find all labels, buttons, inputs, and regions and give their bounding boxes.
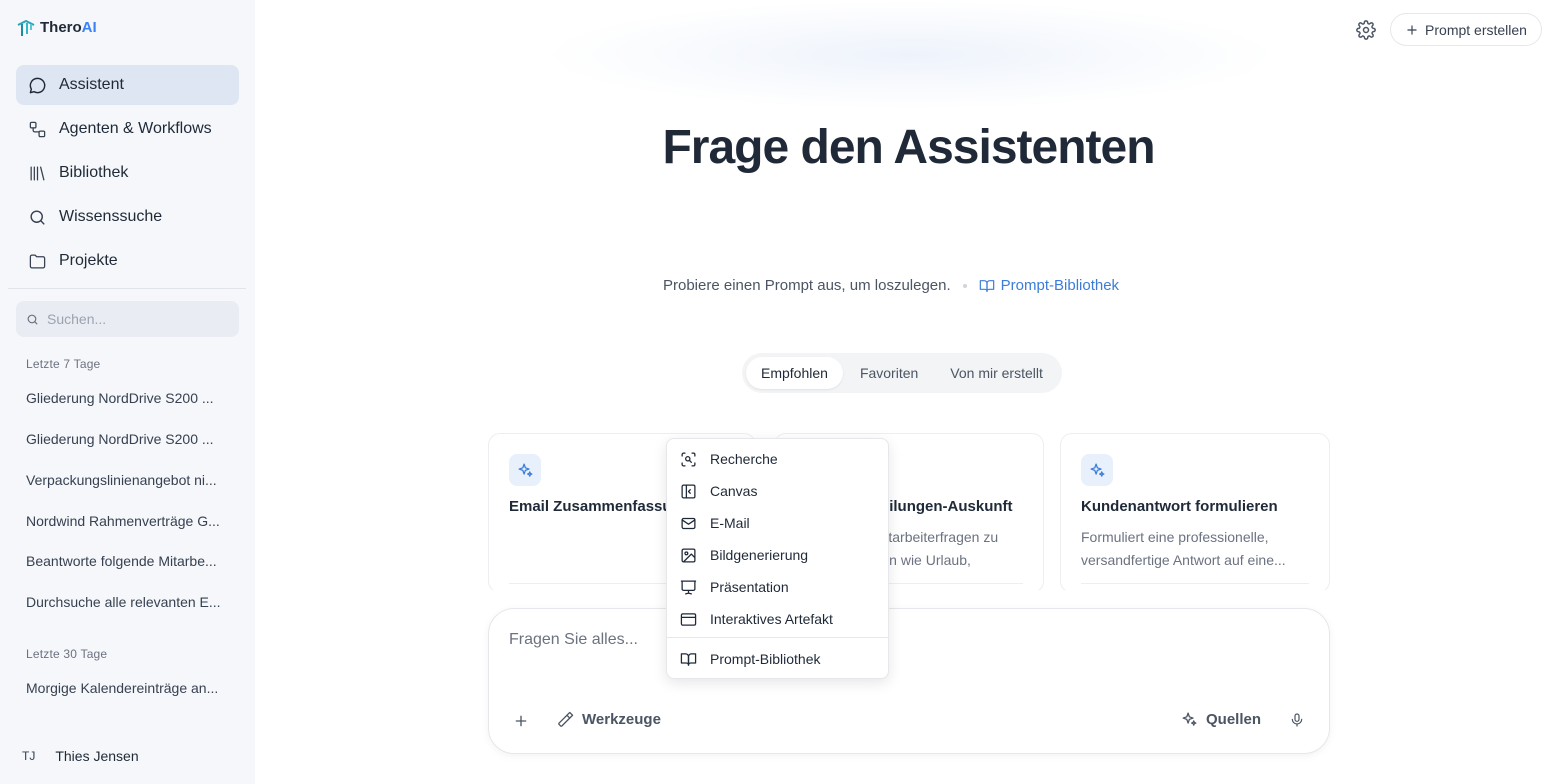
history-item[interactable]: Nordwind Rahmenverträge G... — [26, 513, 226, 529]
chat-bubble-icon — [29, 77, 46, 93]
nav-item-projekte[interactable]: Projekte — [16, 241, 239, 281]
sparkles-icon — [517, 462, 533, 477]
nav-label: Assistent — [59, 76, 124, 93]
tab-empfohlen[interactable]: Empfohlen — [746, 357, 843, 389]
history-section-label: Letzte 30 Tage — [26, 647, 108, 661]
create-prompt-button[interactable]: Prompt erstellen — [1390, 13, 1542, 46]
nav-label: Wissenssuche — [59, 208, 163, 225]
nav-item-wissenssuche[interactable]: Wissenssuche — [16, 197, 239, 237]
tools-button[interactable]: Werkzeuge — [557, 711, 661, 728]
canvas-panel-icon — [681, 483, 696, 499]
gear-icon[interactable] — [1356, 20, 1376, 40]
app-logo[interactable]: TheroAI — [16, 16, 97, 38]
card-description: Formuliert eine professionelle, versandf… — [1081, 529, 1286, 568]
plus-icon — [515, 715, 527, 727]
card-divider — [1081, 583, 1309, 584]
sources-label: Quellen — [1206, 711, 1262, 728]
folder-icon — [29, 254, 46, 268]
sidebar-search[interactable] — [16, 301, 239, 337]
prompt-card[interactable]: Kundenantwort formulieren Formuliert ein… — [1060, 433, 1330, 593]
prompt-hint-row: Probiere einen Prompt aus, um loszulegen… — [663, 277, 1119, 294]
tools-label: Werkzeuge — [582, 711, 661, 728]
card-badge — [1081, 454, 1113, 486]
prompt-library-link[interactable]: Prompt-Bibliothek — [979, 277, 1119, 294]
message-input[interactable] — [509, 631, 1289, 671]
tab-von-mir-erstellt[interactable]: Von mir erstellt — [935, 357, 1058, 389]
history-item[interactable]: Morgige Kalendereinträge an... — [26, 680, 226, 696]
thero-logo-icon — [17, 19, 35, 36]
main-nav: Assistent Agenten & Workflows Bibliothek… — [16, 65, 239, 285]
microphone-icon — [1291, 713, 1303, 727]
avatar: TJ — [22, 749, 36, 763]
separator-dot — [962, 283, 967, 288]
card-title: Kundenantwort formulieren — [1081, 498, 1278, 515]
user-profile[interactable]: TJ Thies Jensen — [22, 748, 139, 764]
scan-search-icon — [681, 451, 696, 467]
hammer-icon — [558, 711, 574, 727]
nav-item-assistent[interactable]: Assistent — [16, 65, 239, 105]
tab-favoriten[interactable]: Favoriten — [845, 357, 933, 389]
page-title: Frage den Assistenten — [662, 121, 1155, 174]
header-glow — [540, 0, 1280, 110]
image-icon — [681, 547, 696, 563]
history-item[interactable]: Gliederung NordDrive S200 ... — [26, 390, 226, 406]
plus-icon — [1407, 24, 1417, 35]
chat-composer: Werkzeuge Quellen — [488, 608, 1330, 754]
menu-item-recherche[interactable]: Recherche — [667, 444, 888, 474]
card-title: Email Zusammenfassung — [509, 498, 690, 515]
menu-item-praesentation[interactable]: Präsentation — [667, 572, 888, 602]
add-attachment-button[interactable] — [513, 713, 529, 729]
book-open-icon — [979, 279, 994, 292]
history-item[interactable]: Gliederung NordDrive S200 ... — [26, 431, 226, 447]
sidebar-divider — [8, 288, 246, 289]
sparkles-icon — [1089, 462, 1105, 477]
search-icon — [27, 314, 38, 324]
prompt-tabs: Empfohlen Favoriten Von mir erstellt — [742, 353, 1062, 393]
card-badge — [509, 454, 541, 486]
mail-icon — [681, 517, 696, 529]
menu-divider — [667, 637, 888, 638]
menu-item-prompt-bibliothek[interactable]: Prompt-Bibliothek — [667, 644, 888, 674]
history-item[interactable]: Verpackungslinienangebot ni... — [26, 472, 226, 488]
prompt-hint-text: Probiere einen Prompt aus, um loszulegen… — [663, 277, 951, 294]
microphone-button[interactable] — [1289, 712, 1305, 728]
tools-dropdown-menu: Recherche Canvas E-Mail Bildgenerierung … — [666, 438, 889, 679]
app-window-icon — [680, 612, 697, 626]
menu-item-canvas[interactable]: Canvas — [667, 476, 888, 506]
create-prompt-label: Prompt erstellen — [1425, 21, 1527, 38]
user-name: Thies Jensen — [55, 748, 139, 764]
search-icon — [30, 209, 45, 225]
history-item[interactable]: Beantworte folgende Mitarbe... — [26, 553, 226, 569]
history-item[interactable]: Durchsuche alle relevanten E... — [26, 594, 226, 610]
sidebar: TheroAI Assistent Agenten & Workflows Bi… — [0, 0, 255, 784]
nav-label: Projekte — [59, 252, 118, 269]
sparkles-icon — [1182, 712, 1197, 726]
menu-item-email[interactable]: E-Mail — [667, 508, 888, 538]
history-section-label: Letzte 7 Tage — [26, 357, 101, 371]
cards-fade — [480, 590, 1340, 610]
presentation-icon — [680, 579, 697, 595]
sources-button[interactable]: Quellen — [1181, 711, 1261, 728]
menu-item-bildgenerierung[interactable]: Bildgenerierung — [667, 540, 888, 570]
search-input[interactable] — [47, 311, 227, 327]
menu-item-interaktives-artefakt[interactable]: Interaktives Artefakt — [667, 604, 888, 634]
book-open-icon — [680, 652, 697, 666]
app-name: TheroAI — [40, 18, 97, 36]
